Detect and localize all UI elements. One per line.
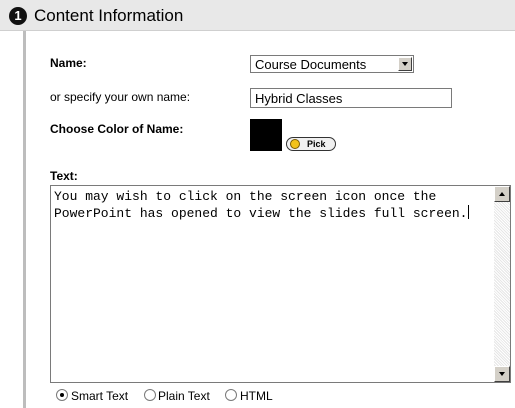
color-picker-icon — [290, 139, 300, 149]
custom-name-label: or specify your own name: — [50, 90, 191, 104]
custom-name-value: Hybrid Classes — [255, 91, 343, 106]
scrollbar-track[interactable] — [494, 186, 510, 382]
chevron-down-icon[interactable] — [398, 57, 412, 71]
name-select-value: Course Documents — [255, 57, 367, 72]
radio-html-label: HTML — [240, 389, 273, 403]
radio-plain-text[interactable] — [144, 389, 156, 401]
text-area-content: You may wish to click on the screen icon… — [54, 188, 489, 222]
vertical-scrollbar[interactable] — [494, 186, 510, 382]
text-caret — [468, 205, 470, 219]
section-header: 1 Content Information — [0, 0, 515, 31]
text-area-text: You may wish to click on the screen icon… — [54, 189, 468, 221]
text-label: Text: — [50, 169, 78, 183]
radio-smart-text[interactable] — [56, 389, 68, 401]
radio-html[interactable] — [225, 389, 237, 401]
section-rule — [23, 31, 26, 408]
text-area[interactable]: You may wish to click on the screen icon… — [50, 185, 511, 383]
custom-name-input[interactable]: Hybrid Classes — [250, 88, 452, 108]
color-swatch[interactable] — [250, 119, 282, 151]
radio-smart-text-label: Smart Text — [71, 389, 129, 403]
scroll-down-icon[interactable] — [494, 366, 510, 382]
name-label: Name: — [50, 56, 87, 70]
pick-button-label: Pick — [307, 139, 326, 149]
name-select[interactable]: Course Documents — [250, 55, 414, 73]
section-title: Content Information — [34, 6, 184, 25]
step-number-badge: 1 — [9, 7, 27, 25]
pick-color-button[interactable]: Pick — [286, 137, 336, 151]
radio-plain-text-label: Plain Text — [158, 389, 210, 403]
color-label: Choose Color of Name: — [50, 122, 184, 136]
scroll-up-icon[interactable] — [494, 186, 510, 202]
